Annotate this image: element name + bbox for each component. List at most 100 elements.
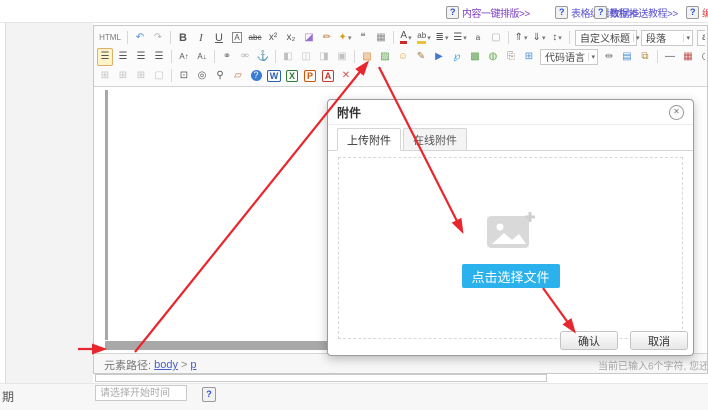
subscript-icon[interactable]: x₂ [283,29,299,47]
toolbar-row-1: HTML ↶↷ BIUAabcx²x₂◪✏✦▾❝▦ A▾ab▾≣▾☰▾a▢ ⇑▾⇓▾↕▾… [96,28,705,47]
paragraph-format-value: 段落 [646,30,666,45]
start-time-input[interactable] [95,385,187,401]
print-icon[interactable]: ⊡ [176,67,192,85]
align-right-icon[interactable]: ☰ [133,48,149,66]
table-header-icon: ⊞ [115,67,131,85]
source-code-icon[interactable]: HTML [97,29,123,47]
custom-title-select[interactable]: 自定义标题▾ [575,30,637,46]
baidu-app-icon[interactable]: ⊞ [521,48,537,66]
undo-icon[interactable]: ↶ [132,29,148,47]
image-float-left-icon: ◧ [280,48,296,66]
insert-link-icon[interactable]: ⚭ [219,48,235,66]
strikethrough-icon[interactable]: abc [247,29,263,47]
header-link[interactable]: ?内容一键排版>> [446,5,530,20]
toolbar-row-3: ⊞⊞⊞▢⊡◎⚲▱?WXPA✕ [96,66,705,85]
toolbar-separator [393,31,394,44]
paragraph-space-top-icon[interactable]: ⇑▾ [513,29,529,47]
header-link[interactable]: ?数据推送教程>> [594,5,678,20]
auto-typeset-icon[interactable]: ✦▾ [337,29,353,47]
font-family-select[interactable]: arial▾ [697,30,705,46]
insert-iframe-icon[interactable]: ⎘ [503,48,519,66]
insert-image-icon[interactable]: ▧ [359,48,375,66]
anchor-icon[interactable]: ⚓ [255,48,271,66]
image-center-icon: ◫ [298,48,314,66]
font-color-icon[interactable]: A▾ [398,29,414,47]
path-link-body[interactable]: body [154,359,178,371]
insert-time-icon[interactable]: ◷ [698,48,705,66]
field-help-icon[interactable]: ? [202,387,216,402]
font-border-icon[interactable]: A [229,29,245,47]
align-center-icon[interactable]: ☰ [115,48,131,66]
insert-map-icon[interactable]: ▩ [467,48,483,66]
help-icon[interactable]: ? [248,67,264,85]
unordered-list-icon[interactable]: ☰▾ [452,29,468,47]
cancel-button[interactable]: 取消 [630,331,688,350]
clear-doc-icon[interactable]: ✕ [338,67,354,85]
insert-date-icon[interactable]: ▦ [680,48,696,66]
help-icon: ? [446,6,459,19]
ordered-list-icon[interactable]: ≣▾ [434,29,450,47]
partial-input-field[interactable] [95,374,547,382]
underline-icon[interactable]: U [211,29,227,47]
redo-icon[interactable]: ↷ [150,29,166,47]
horizontal-rule-icon[interactable]: — [662,48,678,66]
page-break-icon[interactable]: ⇹ [601,48,617,66]
dialog-title: 附件 [337,104,361,121]
background-color-icon[interactable]: ab▾ [416,29,432,47]
toolbar-separator [214,50,215,63]
emotion-icon[interactable]: ☺ [395,48,411,66]
select-file-button[interactable]: 点击选择文件 [462,264,560,288]
table-sort-icon: ⊞ [97,67,113,85]
first-line-indent-icon[interactable]: a [470,29,486,47]
toolbar-separator [569,31,570,44]
upload-drop-zone[interactable]: 点击选择文件 [338,157,683,339]
tab-online-attachment[interactable]: 在线附件 [403,128,467,151]
scrawl-icon[interactable]: ✎ [413,48,429,66]
font-size-up-icon[interactable]: A↑ [176,48,192,66]
format-painter-icon[interactable]: ✏ [319,29,335,47]
excel-import-icon[interactable]: X [284,67,300,85]
screenshot-icon[interactable]: ⧉ [637,48,653,66]
header-link[interactable]: ?编辑 [686,5,708,20]
path-link-p[interactable]: p [190,359,196,371]
dialog-tabs: 上传附件 在线附件 [328,125,693,151]
vertical-scrollbar[interactable] [105,90,108,340]
insert-video-icon[interactable]: ▶ [431,48,447,66]
line-height-icon[interactable]: ↕▾ [549,29,565,47]
paste-plain-icon[interactable]: ▱ [230,67,246,85]
align-justify-icon[interactable]: ☰ [151,48,167,66]
insert-frame-icon[interactable]: ▦ [373,29,389,47]
google-map-icon[interactable]: ◍ [485,48,501,66]
align-left-icon[interactable]: ☰ [97,48,113,66]
paragraph-format-select[interactable]: 段落▾ [641,30,693,46]
image-manager-icon[interactable]: ▨ [377,48,393,66]
pdf-import-icon[interactable]: A [320,67,336,85]
table-title-icon: ⊞ [133,67,149,85]
attachment-icon[interactable]: ℘ [449,48,465,66]
close-icon[interactable]: ✕ [669,105,684,120]
paragraph-space-bottom-icon[interactable]: ⇓▾ [531,29,547,47]
confirm-button[interactable]: 确认 [560,331,618,350]
bold-icon[interactable]: B [175,29,191,47]
blank-doc-icon[interactable]: ▢ [488,29,504,47]
template-icon[interactable]: ▤ [619,48,635,66]
font-size-down-icon[interactable]: A↓ [194,48,210,66]
blockquote-icon[interactable]: ❝ [355,29,371,47]
editor-toolbar: HTML↶↷BIUAabcx²x₂◪✏✦▾❝▦A▾ab▾≣▾☰▾a▢⇑▾⇓▾↕▾… [94,26,707,87]
toolbar-separator [508,31,509,44]
superscript-icon[interactable]: x² [265,29,281,47]
code-language-select[interactable]: 代码语言▾ [540,49,598,65]
format-eraser-icon[interactable]: ◪ [301,29,317,47]
element-path-label: 元素路径: [104,357,151,373]
italic-icon[interactable]: I [193,29,209,47]
doc-template-icon: ▢ [151,67,167,85]
tab-upload-attachment[interactable]: 上传附件 [337,128,401,151]
search-replace-icon[interactable]: ⚲ [212,67,228,85]
preview-icon[interactable]: ◎ [194,67,210,85]
attachment-dialog: 附件 ✕ 上传附件 在线附件 点击选择文件 确认 取消 [327,99,694,356]
header-link-label: 编辑 [702,5,708,20]
header-link-label: 内容一键排版>> [462,5,530,20]
ppt-import-icon[interactable]: P [302,67,318,85]
word-import-icon[interactable]: W [266,67,282,85]
image-inline-icon: ▣ [334,48,350,66]
